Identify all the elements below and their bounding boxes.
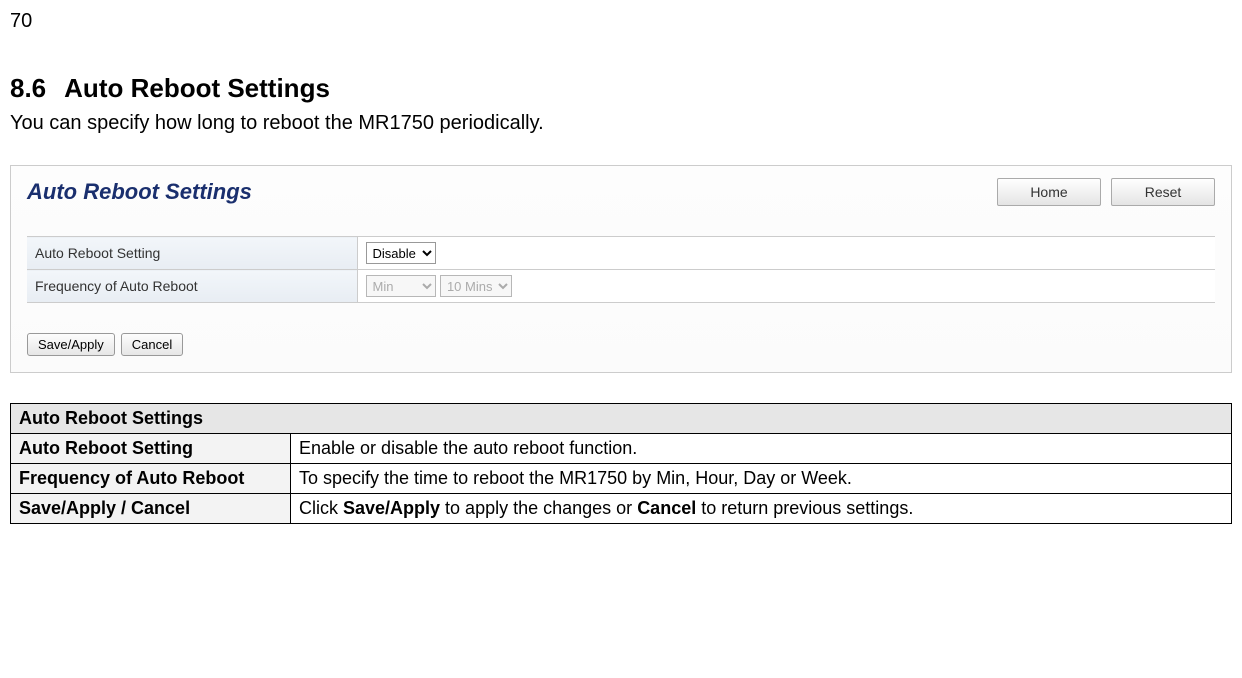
intro-text: You can specify how long to reboot the M… <box>10 112 1232 135</box>
desc-text-middle: to apply the changes or <box>440 498 637 518</box>
setting-label-auto-reboot: Auto Reboot Setting <box>27 237 357 270</box>
frequency-unit-select[interactable]: Min <box>366 275 436 297</box>
setting-row-frequency: Frequency of Auto Reboot Min 10 Mins <box>27 270 1215 303</box>
panel-header: Auto Reboot Settings Home Reset <box>27 178 1215 206</box>
desc-row-text: To specify the time to reboot the MR1750… <box>291 464 1232 494</box>
setting-label-frequency: Frequency of Auto Reboot <box>27 270 357 303</box>
desc-header-cell: Auto Reboot Settings <box>11 404 1232 434</box>
panel-buttons: Home Reset <box>997 178 1215 206</box>
desc-row-text: Click Save/Apply to apply the changes or… <box>291 494 1232 524</box>
auto-reboot-select[interactable]: Disable <box>366 242 436 264</box>
save-apply-button[interactable]: Save/Apply <box>27 333 115 356</box>
setting-control-frequency: Min 10 Mins <box>357 270 1215 303</box>
desc-row-label: Frequency of Auto Reboot <box>11 464 291 494</box>
page-number: 70 <box>10 10 1232 33</box>
heading-number: 8.6 <box>10 73 46 103</box>
desc-header-row: Auto Reboot Settings <box>11 404 1232 434</box>
heading-text: Auto Reboot Settings <box>64 73 330 103</box>
desc-strong-save: Save/Apply <box>343 498 440 518</box>
description-table: Auto Reboot Settings Auto Reboot Setting… <box>10 403 1232 524</box>
desc-row-label: Auto Reboot Setting <box>11 434 291 464</box>
desc-row-text: Enable or disable the auto reboot functi… <box>291 434 1232 464</box>
setting-row-auto-reboot: Auto Reboot Setting Disable <box>27 237 1215 270</box>
desc-row: Save/Apply / Cancel Click Save/Apply to … <box>11 494 1232 524</box>
cancel-button[interactable]: Cancel <box>121 333 183 356</box>
desc-row: Auto Reboot Setting Enable or disable th… <box>11 434 1232 464</box>
desc-row-label: Save/Apply / Cancel <box>11 494 291 524</box>
desc-text-suffix: to return previous settings. <box>696 498 913 518</box>
desc-text-prefix: Click <box>299 498 343 518</box>
panel-title: Auto Reboot Settings <box>27 179 252 205</box>
section-heading: 8.6 Auto Reboot Settings <box>10 73 1232 104</box>
home-button[interactable]: Home <box>997 178 1101 206</box>
settings-form-table: Auto Reboot Setting Disable Frequency of… <box>27 236 1215 303</box>
desc-strong-cancel: Cancel <box>637 498 696 518</box>
setting-control-auto-reboot: Disable <box>357 237 1215 270</box>
action-row: Save/Apply Cancel <box>27 333 1215 356</box>
frequency-value-select[interactable]: 10 Mins <box>440 275 512 297</box>
reset-button[interactable]: Reset <box>1111 178 1215 206</box>
desc-row: Frequency of Auto Reboot To specify the … <box>11 464 1232 494</box>
settings-panel: Auto Reboot Settings Home Reset Auto Reb… <box>10 165 1232 373</box>
